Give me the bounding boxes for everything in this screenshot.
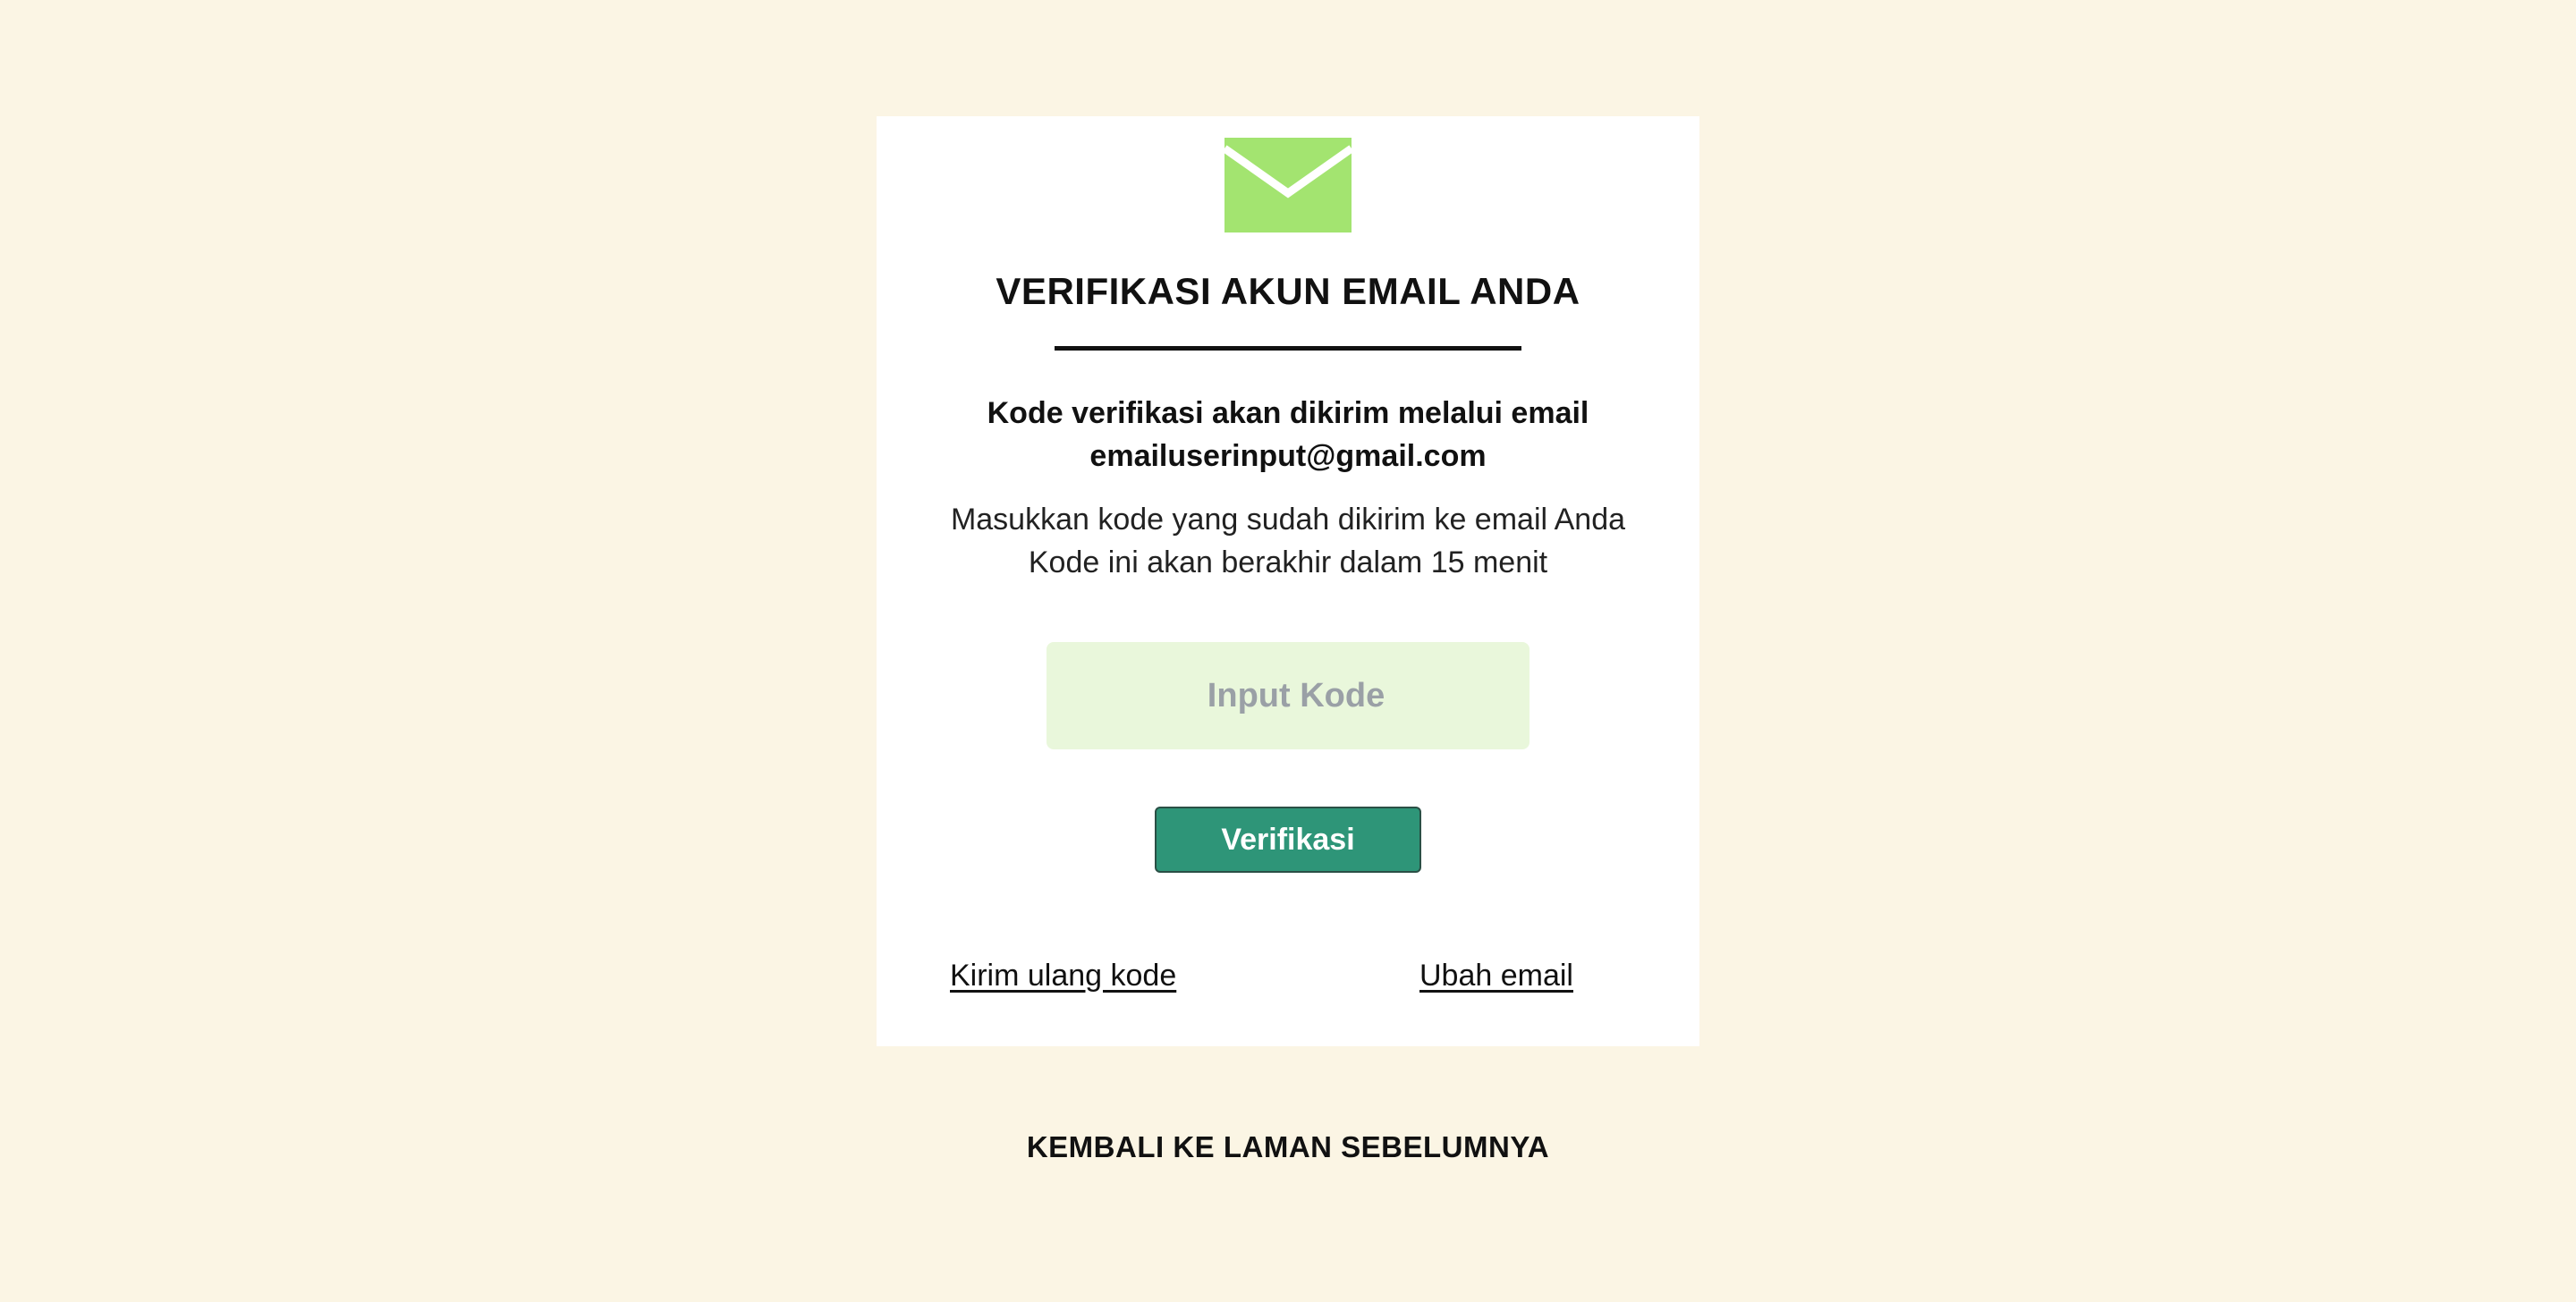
- envelope-icon: [1224, 138, 1352, 232]
- page-title: VERIFIKASI AKUN EMAIL ANDA: [996, 270, 1580, 312]
- send-info-text: Kode verifikasi akan dikirim melalui ema…: [987, 396, 1589, 430]
- back-to-previous-page-link[interactable]: KEMBALI KE LAMAN SEBELUMNYA: [0, 1130, 2576, 1164]
- title-divider: [1055, 346, 1521, 351]
- verify-button[interactable]: Verifikasi: [1155, 807, 1421, 873]
- instruction-text: Masukkan kode yang sudah dikirim ke emai…: [950, 503, 1626, 537]
- user-email-text: emailuserinput@gmail.com: [1089, 439, 1487, 473]
- expiry-text: Kode ini akan berakhir dalam 15 menit: [1028, 545, 1548, 579]
- resend-code-link[interactable]: Kirim ulang kode: [950, 959, 1176, 993]
- verification-card: VERIFIKASI AKUN EMAIL ANDA Kode verifika…: [877, 116, 1699, 1046]
- change-email-link[interactable]: Ubah email: [1419, 959, 1573, 993]
- verification-code-input[interactable]: [1046, 642, 1530, 749]
